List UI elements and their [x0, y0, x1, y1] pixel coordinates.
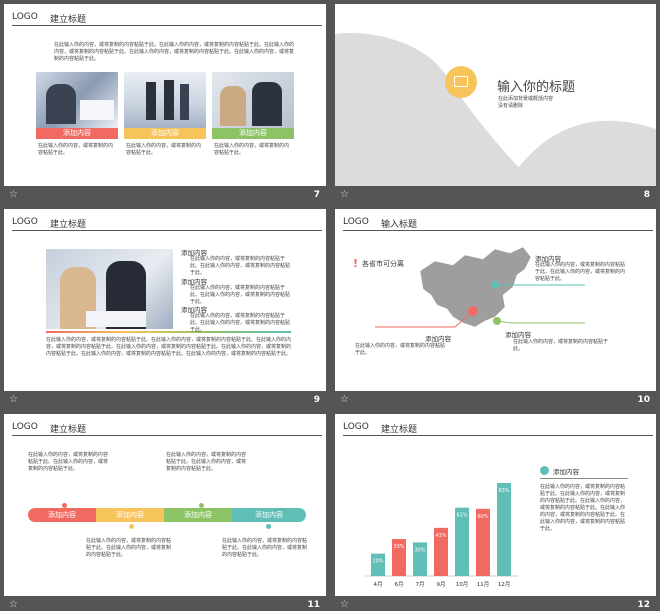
left-heading: 添加内容 — [425, 335, 451, 343]
slide-header: LOGO 建立标题 — [343, 422, 653, 436]
china-map — [375, 246, 585, 328]
slide-9[interactable]: LOGO 建立标题 添加内容 在此输入你的内容，或将复制的内容粘贴于此。在此输入… — [4, 209, 326, 391]
star-icon: ☆ — [9, 599, 18, 610]
slide-number: 9 — [313, 395, 320, 405]
card-label-2: 添加内容 — [124, 128, 206, 139]
bar-value-label: 20% — [372, 559, 383, 565]
office-photo-3 — [212, 72, 294, 128]
card-text-1: 在此输入你的内容，或将复制的内容粘贴于此。 — [38, 143, 114, 156]
bar-value-label: 33% — [393, 544, 404, 550]
logo-text: LOGO — [12, 217, 38, 227]
card-text-3: 在此输入你的内容，或将复制的内容粘贴于此。 — [214, 143, 290, 156]
gray-curve-shape — [335, 33, 656, 186]
slide-title: 建立标题 — [50, 220, 87, 230]
subtitle-1: 在此添加背景或概括内容 — [498, 96, 554, 102]
slide-footer-9: ☆ 9 — [4, 392, 326, 410]
item-text-1: 在此输入你的内容，或将复制的内容粘贴于此。在此输入你的内容，或将复制的内容粘贴于… — [190, 256, 291, 276]
legend-label: 添加内容 — [553, 468, 579, 476]
item-text-3: 在此输入你的内容，或将复制的内容粘贴于此。在此输入你的内容，或将复制的内容粘贴于… — [190, 313, 291, 333]
bar-value-label: 43% — [435, 533, 446, 539]
chart-description: 在此输入你的内容，或将复制的内容粘贴于此。在此输入你的内容，或将复制的内容粘贴于… — [540, 484, 626, 532]
card-label-1: 添加内容 — [36, 128, 118, 139]
slide-number: 11 — [307, 600, 320, 610]
slide-number: 7 — [313, 190, 320, 200]
bar-value-label: 83% — [498, 488, 509, 494]
bar-chart: 20% 4月 33% 6月 30% 7月 43% 9月 61% 10月 60% 11月 83% 12月 — [365, 483, 518, 588]
image-icon — [454, 76, 468, 87]
intro-text: 在此输入你的内容，或将复制的内容粘贴于此。在此输入你的内容，或将复制的内容粘贴于… — [54, 42, 295, 62]
card-text-2: 在此输入你的内容，或将复制的内容粘贴于此。 — [126, 143, 202, 156]
logo-text: LOGO — [12, 12, 38, 22]
step-4: 添加内容 — [232, 508, 306, 522]
title-circle — [445, 66, 477, 98]
star-icon: ☆ — [340, 394, 349, 405]
slide-title: 建立标题 — [381, 425, 418, 435]
star-icon: ☆ — [340, 189, 349, 200]
bottom-left-text: 在此输入你的内容，或将复制的内容粘贴于此。在此输入你的内容，或将复制的内容粘贴于… — [86, 538, 172, 558]
x-tick-label: 6月 — [395, 581, 404, 588]
slide-number: 12 — [637, 600, 650, 610]
slide-title: 建立标题 — [50, 15, 87, 25]
bar-6 — [497, 483, 511, 576]
office-photo-1 — [36, 72, 118, 128]
slide-title: 建立标题 — [50, 425, 87, 435]
bar-0 — [371, 553, 385, 576]
step-2: 添加内容 — [96, 508, 164, 522]
logo-text: LOGO — [343, 422, 369, 432]
top-right-text: 在此输入你的内容，或将复制的内容粘贴于此。在此输入你的内容，或将复制的内容粘贴于… — [166, 452, 247, 472]
bar-value-label: 60% — [477, 514, 488, 520]
right-text: 在此输入你的内容，或将复制的内容粘贴于此。在此输入你的内容，或将复制的内容粘贴于… — [535, 262, 626, 282]
top-left-text: 在此输入你的内容，或将复制的内容粘贴于此。在此输入你的内容，或将复制的内容粘贴于… — [28, 452, 109, 472]
star-icon: ☆ — [340, 599, 349, 610]
card-label-3: 添加内容 — [212, 128, 294, 139]
slide-7[interactable]: LOGO 建立标题 在此输入你的内容，或将复制的内容粘贴于此。在此输入你的内容，… — [4, 4, 326, 186]
legend-underline — [540, 478, 628, 479]
x-tick-label: 9月 — [437, 581, 446, 588]
slide-title: 输入你的标题 — [497, 80, 576, 95]
meeting-photo — [46, 249, 173, 329]
legend-dot — [540, 466, 549, 475]
office-photo-2 — [124, 72, 206, 128]
slide-number: 10 — [637, 395, 650, 405]
slide-12[interactable]: LOGO 建立标题 20% 4月 33% 6月 30% 7月 43% 9月 61% 10月 60% 1… — [335, 414, 656, 596]
x-tick-label: 10月 — [456, 581, 469, 588]
slide-footer-8: ☆ 8 — [335, 187, 656, 205]
bottom-right-text: 在此输入你的内容，或将复制的内容粘贴于此。 — [513, 339, 609, 352]
bottom-right-heading: 添加内容 — [505, 331, 531, 339]
star-icon: ☆ — [9, 189, 18, 200]
slide-footer-11: ☆ 11 — [4, 597, 326, 611]
connector-dot-2 — [129, 524, 134, 529]
left-text: 在此输入你的内容，或将复制的内容粘贴于此。 — [355, 343, 446, 356]
slide-footer-7: ☆ 7 — [4, 187, 326, 205]
slide-header: LOGO 建立标题 — [12, 422, 322, 436]
body-text: 在此输入你的内容，或将复制的内容粘贴于此。在此输入你的内容，或将复制的内容粘贴于… — [46, 337, 292, 357]
x-tick-label: 4月 — [374, 581, 383, 588]
step-1: 添加内容 — [28, 508, 96, 522]
star-icon: ☆ — [9, 394, 18, 405]
logo-text: LOGO — [12, 422, 38, 432]
slide-footer-10: ☆ 10 — [335, 392, 656, 410]
slide-11[interactable]: LOGO 建立标题 在此输入你的内容，或将复制的内容粘贴于此。在此输入你的内容，… — [4, 414, 326, 596]
x-tick-label: 7月 — [416, 581, 425, 588]
x-tick-label: 12月 — [498, 581, 511, 588]
slide-header: LOGO 建立标题 — [12, 217, 322, 231]
slide-footer-12: ☆ 12 — [335, 597, 656, 611]
item-text-2: 在此输入你的内容，或将复制的内容粘贴于此。在此输入你的内容，或将复制的内容粘贴于… — [190, 285, 291, 305]
bar-value-label: 30% — [414, 547, 425, 553]
bottom-right-text: 在此输入你的内容，或将复制的内容粘贴于此。在此输入你的内容，或将复制的内容粘贴于… — [222, 538, 308, 558]
subtitle-2: 没有请删除 — [498, 103, 524, 109]
slide-number: 8 — [643, 190, 650, 200]
slide-header: LOGO 建立标题 — [12, 12, 322, 26]
bar-value-label: 61% — [456, 513, 467, 519]
slide-8[interactable]: 输入你的标题 在此添加背景或概括内容 没有请删除 — [335, 4, 656, 186]
x-tick-label: 11月 — [477, 581, 490, 588]
slide-10[interactable]: LOGO 输入标题 ! 各省市可分离 添加内容 在此输入你的内容，或将复制的内容… — [335, 209, 656, 391]
connector-dot-4 — [266, 524, 271, 529]
step-3: 添加内容 — [164, 508, 232, 522]
